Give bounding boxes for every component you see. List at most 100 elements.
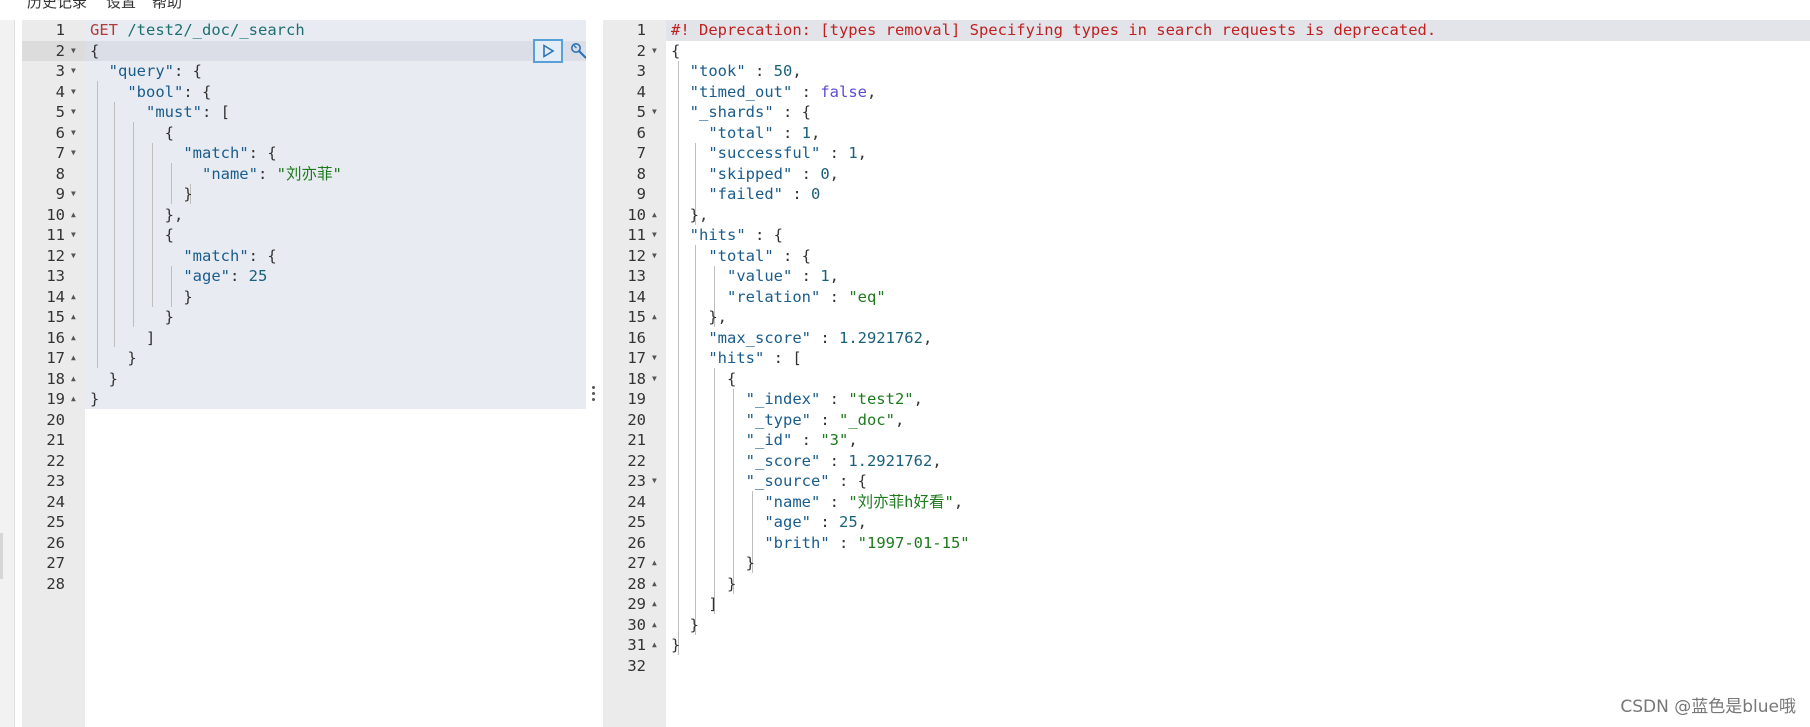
line-number-text: 26 xyxy=(46,533,65,552)
json-key: "match" xyxy=(183,144,249,162)
fold-expand-icon[interactable]: ▲ xyxy=(652,594,657,615)
http-method: GET xyxy=(90,21,118,39)
line-number-text: 4 xyxy=(636,82,646,101)
line-number: 8 xyxy=(22,164,85,185)
request-editor[interactable]: GET /test2/_doc/_search { "query": { "bo… xyxy=(85,20,586,727)
fold-expand-icon[interactable]: ▲ xyxy=(71,348,76,369)
line-number: 26 xyxy=(22,533,85,554)
request-settings-button[interactable] xyxy=(567,39,586,63)
fold-expand-icon[interactable]: ▲ xyxy=(652,553,657,574)
line-number: 9 ▼ xyxy=(22,184,85,205)
line-number: 18 ▲ xyxy=(22,369,85,390)
json-number: 1 xyxy=(848,144,858,162)
code-line: "name": "刘亦菲" xyxy=(201,164,342,183)
line-number: 15 ▲ xyxy=(603,307,666,328)
fold-expand-icon[interactable]: ▲ xyxy=(652,615,657,636)
fold-collapse-icon[interactable]: ▼ xyxy=(71,184,76,205)
wrench-icon xyxy=(571,43,586,59)
json-key: "_score" xyxy=(745,451,821,470)
watermark: CSDN @蓝色是blue哦 xyxy=(1620,697,1796,717)
line-number: 23 ▼ xyxy=(603,471,666,492)
line-number-text: 26 xyxy=(627,533,646,552)
line-number: 21 xyxy=(22,430,85,451)
line-number-text: 10 xyxy=(46,205,65,224)
fold-expand-icon[interactable]: ▲ xyxy=(71,205,76,226)
fold-collapse-icon[interactable]: ▼ xyxy=(71,102,76,123)
json-number: 1 xyxy=(820,267,830,285)
line-number-text: 13 xyxy=(627,267,646,285)
menu-item-history[interactable]: 历史记录 xyxy=(27,0,87,12)
fold-expand-icon[interactable]: ▲ xyxy=(652,205,657,226)
code-line: "max_score" : 1.2921762, xyxy=(708,328,933,347)
fold-expand-icon[interactable]: ▲ xyxy=(652,307,657,328)
fold-expand-icon[interactable]: ▲ xyxy=(71,287,76,308)
pane-splitter[interactable] xyxy=(586,20,603,727)
json-string: "test2" xyxy=(848,390,914,408)
line-number: 19 xyxy=(603,389,666,410)
fold-expand-icon[interactable]: ▲ xyxy=(71,307,76,328)
line-number: 15 ▲ xyxy=(22,307,85,328)
fold-collapse-icon[interactable]: ▼ xyxy=(652,348,657,369)
fold-collapse-icon[interactable]: ▼ xyxy=(652,246,657,267)
code-line: "name" : "刘亦菲h好看", xyxy=(764,492,964,511)
fold-collapse-icon[interactable]: ▼ xyxy=(71,143,76,164)
line-number: 13 xyxy=(603,266,666,287)
line-number-text: 21 xyxy=(627,431,646,449)
run-request-button[interactable] xyxy=(533,39,563,63)
fold-collapse-icon[interactable]: ▼ xyxy=(71,41,76,62)
line-number: 2 ▼ xyxy=(603,41,666,62)
line-number: 25 xyxy=(603,512,666,533)
code-line: "match": { xyxy=(183,246,277,265)
fold-expand-icon[interactable]: ▲ xyxy=(71,389,76,410)
fold-collapse-icon[interactable]: ▼ xyxy=(652,369,657,390)
line-number: 17 ▲ xyxy=(22,348,85,369)
line-number: 23 xyxy=(22,471,85,492)
fold-expand-icon[interactable]: ▲ xyxy=(652,635,657,656)
fold-expand-icon[interactable]: ▲ xyxy=(71,369,76,390)
json-key: "successful" xyxy=(708,144,821,162)
side-rail-handle[interactable] xyxy=(0,533,3,579)
menu-item-settings[interactable]: 设置 xyxy=(106,0,136,12)
fold-expand-icon[interactable]: ▲ xyxy=(71,328,76,349)
line-number-text: 17 xyxy=(46,349,65,367)
fold-collapse-icon[interactable]: ▼ xyxy=(71,123,76,144)
line-number: 4 xyxy=(603,82,666,103)
fold-collapse-icon[interactable]: ▼ xyxy=(652,41,657,62)
json-string: "eq" xyxy=(848,287,886,306)
json-number: 1.2921762 xyxy=(848,451,933,470)
line-number: 9 xyxy=(603,184,666,205)
json-boolean: false xyxy=(820,82,867,101)
line-number-text: 20 xyxy=(627,410,646,429)
code-line: "match": { xyxy=(183,144,277,162)
play-icon xyxy=(543,44,555,58)
code-line: "bool": { xyxy=(127,82,212,101)
fold-collapse-icon[interactable]: ▼ xyxy=(71,61,76,82)
line-number-text: 22 xyxy=(46,451,65,470)
json-string: "1997-01-15" xyxy=(857,533,970,552)
line-number: 20 xyxy=(603,410,666,431)
json-number: 0 xyxy=(820,164,830,183)
code-line: "_shards" : { xyxy=(689,103,811,121)
line-number-text: 28 xyxy=(627,574,646,593)
response-editor-pane: 1 2 ▼ 3 4 5 ▼ 6 7 8 9 10 ▲ 11 ▼ 12 ▼ 13 14 15 ▲ 16 17 ▼ 18 ▼ 19 20 2… xyxy=(603,20,1810,727)
menu-item-help[interactable]: 帮助 xyxy=(152,0,182,12)
code-line: } xyxy=(90,349,137,367)
fold-collapse-icon[interactable]: ▼ xyxy=(71,225,76,246)
json-key: "age" xyxy=(183,267,230,285)
fold-collapse-icon[interactable]: ▼ xyxy=(71,246,76,267)
fold-expand-icon[interactable]: ▲ xyxy=(652,574,657,595)
fold-collapse-icon[interactable]: ▼ xyxy=(652,225,657,246)
response-editor[interactable]: #! Deprecation: [types removal] Specifyi… xyxy=(666,20,1810,727)
fold-collapse-icon[interactable]: ▼ xyxy=(71,82,76,103)
fold-collapse-icon[interactable]: ▼ xyxy=(652,471,657,492)
fold-collapse-icon[interactable]: ▼ xyxy=(652,102,657,123)
code-line: } xyxy=(90,185,193,203)
line-number-text: 8 xyxy=(55,164,65,183)
line-number-text: 27 xyxy=(627,554,646,572)
code-line: } xyxy=(671,636,681,654)
line-number: 18 ▼ xyxy=(603,369,666,390)
json-string: "刘亦菲h好看" xyxy=(848,492,954,511)
code-line: } xyxy=(671,554,755,572)
json-key: "brith" xyxy=(764,533,830,552)
code-line: "relation" : "eq" xyxy=(727,287,886,306)
